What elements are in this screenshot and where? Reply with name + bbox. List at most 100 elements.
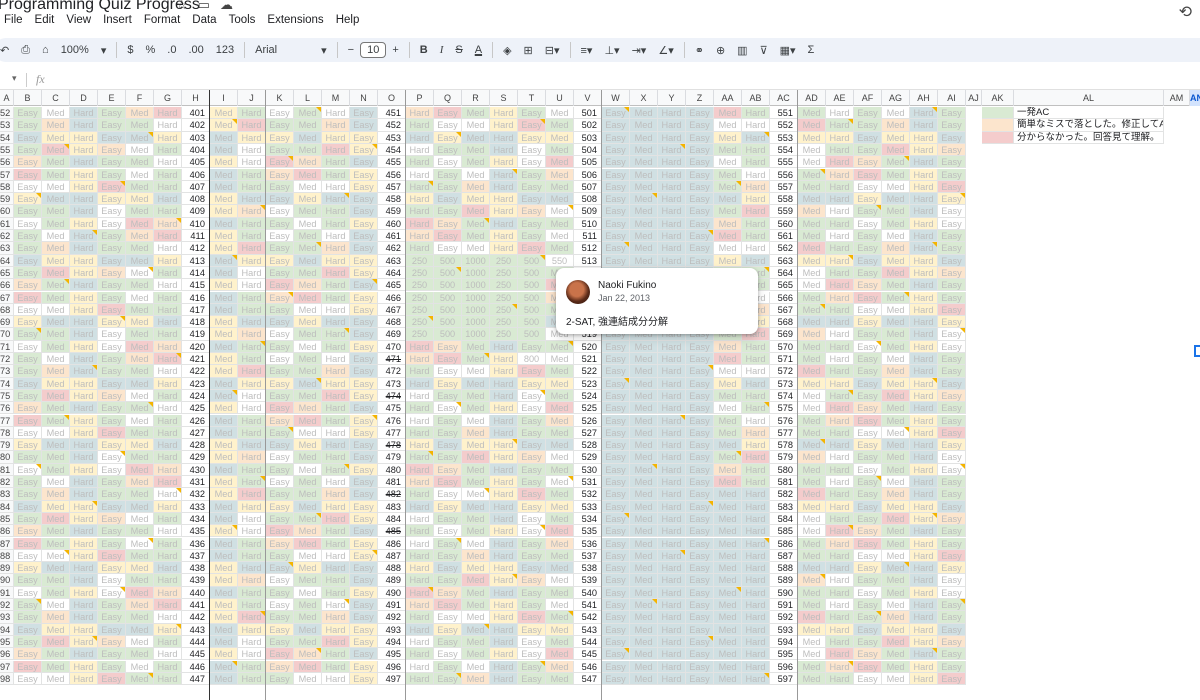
difficulty-cell[interactable]: Easy <box>434 586 462 599</box>
difficulty-cell[interactable]: Easy <box>266 488 294 501</box>
difficulty-cell[interactable]: Easy <box>518 230 546 243</box>
column-header-af[interactable]: AF <box>854 90 882 106</box>
difficulty-cell[interactable]: Med <box>294 340 322 353</box>
problem-number-cell[interactable]: 596 <box>770 660 798 673</box>
difficulty-cell[interactable]: Med <box>882 217 910 230</box>
difficulty-cell[interactable]: Med <box>42 353 70 366</box>
difficulty-cell[interactable]: Hard <box>406 119 434 132</box>
cloud-icon[interactable]: ☁ <box>220 0 233 13</box>
difficulty-cell[interactable]: Med <box>798 205 826 218</box>
difficulty-cell[interactable]: Med <box>714 119 742 132</box>
difficulty-cell[interactable]: Hard <box>826 340 854 353</box>
difficulty-cell[interactable]: Med <box>714 217 742 230</box>
difficulty-cell[interactable]: Hard <box>910 426 938 440</box>
difficulty-cell[interactable]: Easy <box>98 599 126 612</box>
difficulty-cell[interactable]: Med <box>798 476 826 489</box>
difficulty-cell[interactable]: Hard <box>406 611 434 624</box>
difficulty-cell[interactable]: Easy <box>350 611 378 624</box>
difficulty-cell[interactable]: Med <box>126 205 154 218</box>
problem-number-cell[interactable]: 430 <box>182 463 210 476</box>
difficulty-cell[interactable]: Easy <box>434 230 462 243</box>
problem-number-cell[interactable]: 509 <box>574 205 602 218</box>
problem-number-cell[interactable]: 466 <box>378 291 406 304</box>
difficulty-cell[interactable]: Easy <box>98 328 126 341</box>
difficulty-cell[interactable]: Hard <box>406 599 434 612</box>
difficulty-cell[interactable]: Easy <box>602 340 630 353</box>
column-header-d[interactable]: D <box>70 90 98 106</box>
difficulty-cell[interactable]: Med <box>714 180 742 194</box>
difficulty-cell[interactable]: Easy <box>518 365 546 378</box>
difficulty-cell[interactable]: Easy <box>350 623 378 636</box>
column-header-w[interactable]: W <box>602 90 630 106</box>
difficulty-cell[interactable]: Med <box>294 451 322 464</box>
difficulty-cell[interactable]: Easy <box>518 525 546 538</box>
difficulty-cell[interactable]: Easy <box>686 463 714 476</box>
difficulty-cell[interactable]: Easy <box>854 672 882 686</box>
difficulty-cell[interactable]: Hard <box>154 525 182 538</box>
difficulty-cell[interactable]: Easy <box>266 365 294 378</box>
difficulty-cell[interactable]: Easy <box>14 230 42 243</box>
difficulty-cell[interactable]: Med <box>714 242 742 255</box>
difficulty-cell[interactable]: Easy <box>686 599 714 612</box>
problem-number-cell[interactable]: 488 <box>378 562 406 575</box>
difficulty-cell[interactable]: Hard <box>658 488 686 501</box>
row-header[interactable]: 54 <box>0 131 14 144</box>
difficulty-cell[interactable]: Easy <box>266 402 294 415</box>
difficulty-cell[interactable]: Easy <box>434 648 462 661</box>
difficulty-cell[interactable]: Easy <box>266 156 294 169</box>
difficulty-cell[interactable]: Med <box>714 439 742 452</box>
difficulty-cell[interactable]: Med <box>126 611 154 624</box>
difficulty-cell[interactable]: Hard <box>154 672 182 686</box>
difficulty-cell[interactable]: Med <box>210 143 238 157</box>
column-header-x[interactable]: X <box>630 90 658 106</box>
filter-icon[interactable]: ⊽ <box>754 38 774 62</box>
difficulty-cell[interactable]: Easy <box>602 574 630 587</box>
difficulty-cell[interactable]: Easy <box>686 402 714 415</box>
difficulty-cell[interactable]: Med <box>882 291 910 304</box>
difficulty-cell[interactable]: Hard <box>154 180 182 194</box>
difficulty-cell[interactable]: Hard <box>154 574 182 587</box>
difficulty-cell[interactable]: Med <box>294 242 322 255</box>
difficulty-cell[interactable]: Easy <box>686 353 714 366</box>
difficulty-cell[interactable]: Med <box>294 562 322 575</box>
difficulty-cell[interactable]: Hard <box>238 488 266 501</box>
problem-number-cell[interactable]: 493 <box>378 623 406 636</box>
difficulty-cell[interactable]: Hard <box>406 426 434 440</box>
difficulty-cell[interactable]: Hard <box>910 599 938 612</box>
problem-number-cell[interactable]: 413 <box>182 254 210 267</box>
difficulty-cell[interactable]: Hard <box>70 168 98 181</box>
difficulty-cell[interactable]: Hard <box>70 599 98 612</box>
difficulty-cell[interactable]: Med <box>294 143 322 157</box>
difficulty-cell[interactable]: Med <box>210 537 238 550</box>
difficulty-cell[interactable]: Easy <box>14 648 42 661</box>
difficulty-cell[interactable]: Med <box>462 525 490 538</box>
menu-insert[interactable]: Insert <box>97 14 138 30</box>
column-header-a[interactable]: A <box>0 90 14 106</box>
difficulty-cell[interactable]: Hard <box>70 512 98 526</box>
difficulty-cell[interactable]: Hard <box>70 672 98 686</box>
difficulty-cell[interactable]: Med <box>126 119 154 132</box>
difficulty-cell[interactable]: Hard <box>154 660 182 673</box>
difficulty-cell[interactable]: Hard <box>154 242 182 255</box>
difficulty-cell[interactable]: Easy <box>98 586 126 599</box>
difficulty-cell[interactable]: Hard <box>490 512 518 526</box>
difficulty-cell[interactable]: Easy <box>686 377 714 390</box>
difficulty-cell[interactable]: Hard <box>742 635 770 649</box>
difficulty-cell[interactable]: Easy <box>14 143 42 157</box>
difficulty-cell[interactable]: Easy <box>518 451 546 464</box>
difficulty-cell[interactable]: Easy <box>14 193 42 206</box>
difficulty-cell[interactable]: Easy <box>938 537 966 550</box>
row-header[interactable]: 95 <box>0 635 14 649</box>
difficulty-cell[interactable]: Easy <box>14 303 42 317</box>
difficulty-cell[interactable]: Med <box>630 476 658 489</box>
difficulty-cell[interactable]: Hard <box>406 242 434 255</box>
difficulty-cell[interactable]: Easy <box>518 672 546 686</box>
difficulty-cell[interactable]: Med <box>294 586 322 599</box>
difficulty-cell[interactable]: Med <box>798 143 826 157</box>
difficulty-cell[interactable]: Med <box>714 254 742 267</box>
column-header-aa[interactable]: AA <box>714 90 742 106</box>
difficulty-cell[interactable]: Med <box>546 230 574 243</box>
problem-number-cell[interactable]: 490 <box>378 586 406 599</box>
difficulty-cell[interactable]: Easy <box>854 291 882 304</box>
difficulty-cell[interactable]: Hard <box>70 107 98 120</box>
